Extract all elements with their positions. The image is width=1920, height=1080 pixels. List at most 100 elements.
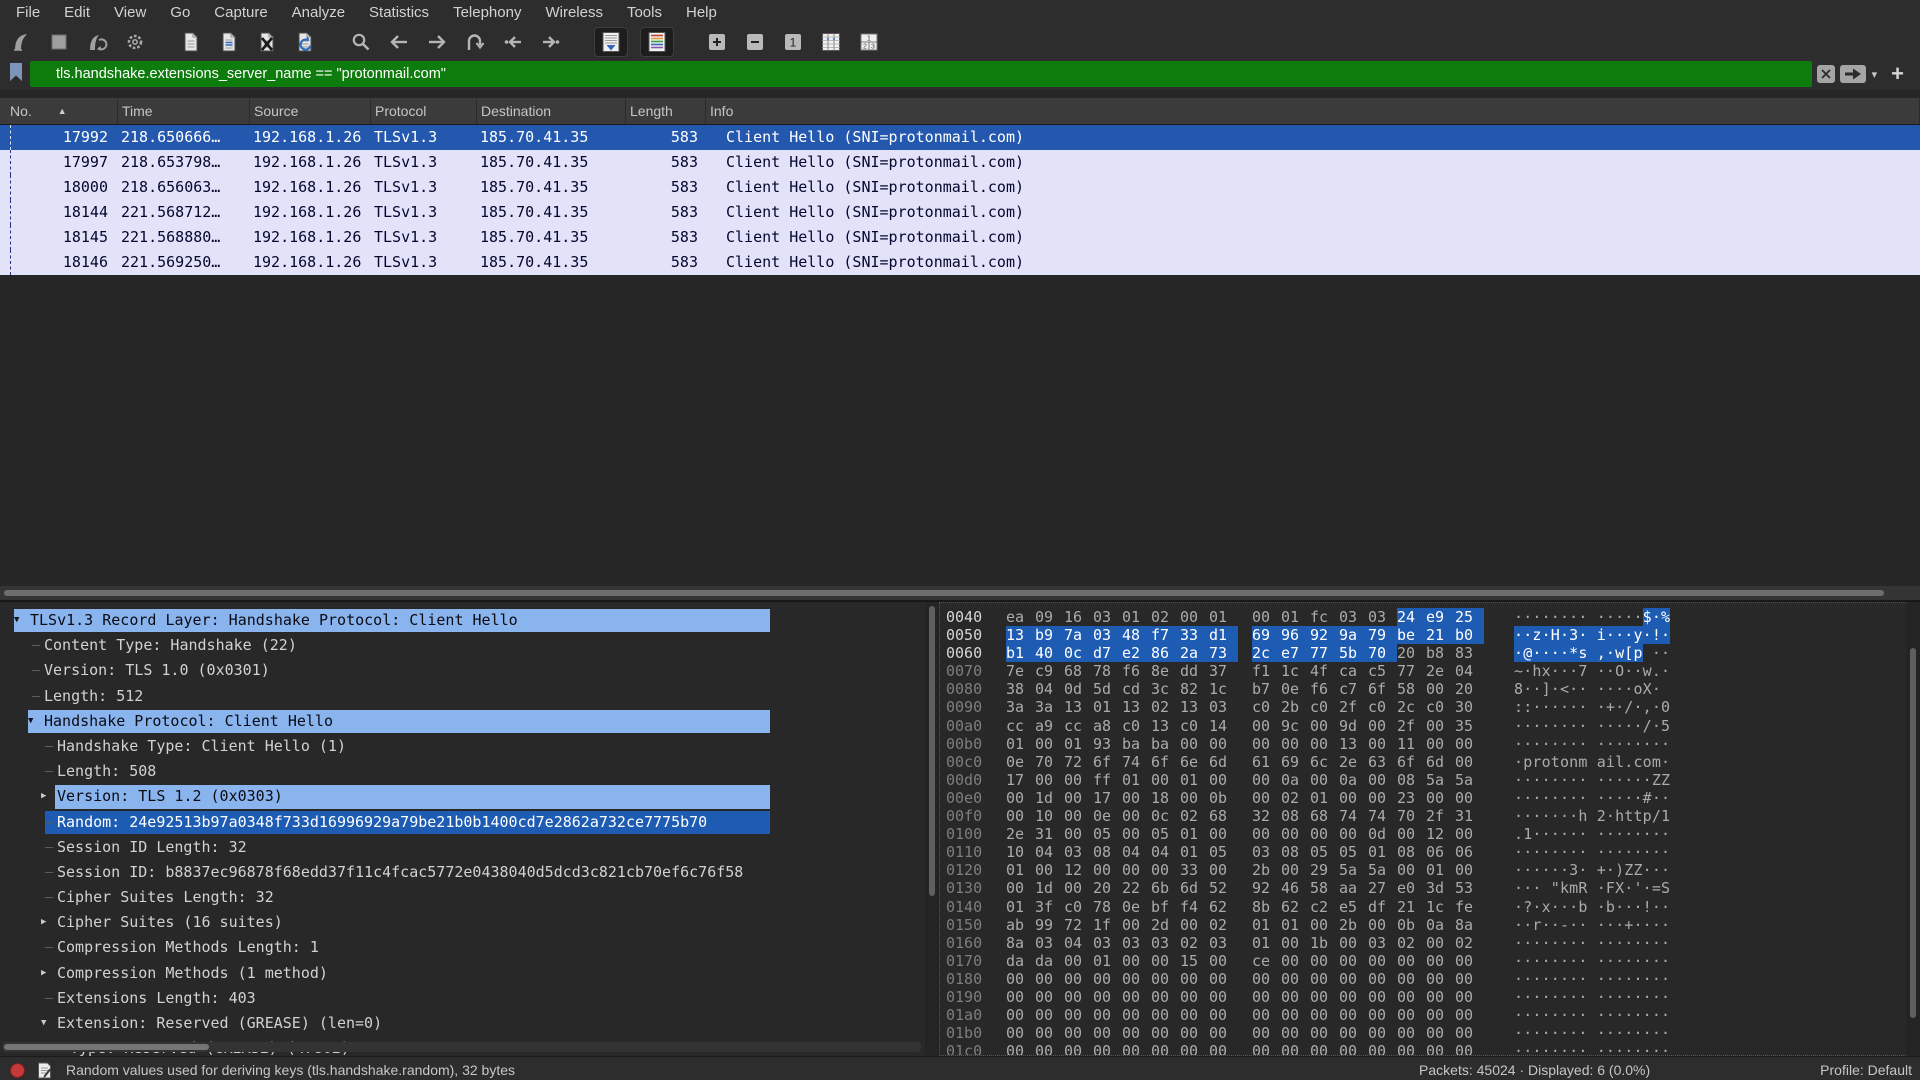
scrollbar-thumb[interactable] — [4, 590, 1884, 596]
packet-list-hscrollbar[interactable] — [0, 586, 1920, 600]
packet-row[interactable]: 18000218.656063…192.168.1.26TLSv1.3185.7… — [0, 175, 1920, 200]
collapsed-arrow-icon[interactable]: ▶ — [41, 961, 46, 986]
menu-item-capture[interactable]: Capture — [202, 0, 279, 26]
column-header-destination[interactable]: Destination — [477, 98, 626, 124]
detail-row[interactable]: Session ID: b8837ec96878f68edd37f11c4fca… — [0, 860, 925, 885]
hex-row[interactable]: 01608a0304030303020301001b0003020002····… — [946, 934, 1906, 952]
detail-row[interactable]: ▼Extension: Reserved (GREASE) (len=0) — [0, 1011, 925, 1036]
packet-list-header[interactable]: No.▲TimeSourceProtocolDestinationLengthI… — [0, 98, 1920, 125]
hex-row[interactable]: 00e0001d00170018000b0002010000230000····… — [946, 789, 1906, 807]
menu-item-edit[interactable]: Edit — [52, 0, 102, 26]
scrollbar-thumb[interactable] — [1910, 648, 1916, 1018]
layout-columns-icon[interactable]: 123 — [856, 29, 882, 55]
colorize-icon[interactable] — [640, 27, 674, 57]
hex-row[interactable]: 00b001000193baba00000000001300110000····… — [946, 735, 1906, 753]
detail-row[interactable]: Length: 508 — [0, 759, 925, 784]
expanded-arrow-icon[interactable]: ▼ — [28, 709, 33, 734]
menu-item-file[interactable]: File — [4, 0, 52, 26]
zoom-in-icon[interactable] — [704, 29, 730, 55]
column-header-info[interactable]: Info — [706, 98, 1920, 124]
detail-hscrollbar[interactable] — [2, 1042, 921, 1052]
find-packet-icon[interactable] — [348, 29, 374, 55]
detail-row[interactable]: Session ID Length: 32 — [0, 835, 925, 860]
detail-row[interactable]: ▼TLSv1.3 Record Layer: Handshake Protoco… — [0, 608, 925, 633]
packet-row[interactable]: 17992218.650666…192.168.1.26TLSv1.3185.7… — [0, 125, 1920, 150]
hex-row[interactable]: 005013b97a0348f733d16996929a79be21b0··z·… — [946, 626, 1906, 644]
stop-capture-icon[interactable] — [46, 29, 72, 55]
hex-row[interactable]: 012001001200000033002b00295a5a000100····… — [946, 861, 1906, 879]
hex-row[interactable]: 0130001d0020226b6d52924658aa27e03d53··· … — [946, 879, 1906, 897]
zoom-out-icon[interactable] — [742, 29, 768, 55]
hex-row[interactable]: 0060b1400cd7e2862a732ce7775b7020b883·@··… — [946, 644, 1906, 662]
detail-row[interactable]: ▼Handshake Protocol: Client Hello — [0, 709, 925, 734]
menu-item-telephony[interactable]: Telephony — [441, 0, 533, 26]
column-header-time[interactable]: Time — [118, 98, 250, 124]
capture-options-icon[interactable] — [122, 29, 148, 55]
expanded-arrow-icon[interactable]: ▼ — [14, 608, 19, 633]
go-forward-icon[interactable] — [424, 29, 450, 55]
column-header-protocol[interactable]: Protocol — [371, 98, 477, 124]
column-header-no[interactable]: No.▲ — [0, 98, 118, 124]
packet-row[interactable]: 18145221.568880…192.168.1.26TLSv1.3185.7… — [0, 225, 1920, 250]
packet-row[interactable]: 18146221.569250…192.168.1.26TLSv1.3185.7… — [0, 250, 1920, 275]
restart-capture-icon[interactable] — [84, 29, 110, 55]
hex-row[interactable]: 01a000000000000000000000000000000000····… — [946, 1006, 1906, 1024]
hex-row[interactable]: 01b000000000000000000000000000000000····… — [946, 1024, 1906, 1042]
detail-row[interactable]: Content Type: Handshake (22) — [0, 633, 925, 658]
normal-size-icon[interactable]: 1 — [780, 29, 806, 55]
menu-item-wireless[interactable]: Wireless — [533, 0, 615, 26]
reload-file-icon[interactable] — [292, 29, 318, 55]
hex-row[interactable]: 019000000000000000000000000000000000····… — [946, 988, 1906, 1006]
hex-row[interactable]: 011010040308040401050308050501080606····… — [946, 843, 1906, 861]
hex-row[interactable]: 008038040d5dcd3c821cb70ef6c76f5800208··]… — [946, 680, 1906, 698]
filter-add-icon[interactable]: + — [1891, 64, 1904, 84]
expert-info-icon[interactable] — [10, 1063, 25, 1078]
start-capture-icon[interactable] — [8, 29, 34, 55]
go-back-icon[interactable] — [386, 29, 412, 55]
column-header-source[interactable]: Source — [250, 98, 371, 124]
hex-row[interactable]: 01002e31000500050100000000000d001200.1··… — [946, 825, 1906, 843]
resize-columns-icon[interactable] — [818, 29, 844, 55]
hex-row[interactable]: 0170dada000100001500ce00000000000000····… — [946, 952, 1906, 970]
detail-row[interactable]: Compression Methods Length: 1 — [0, 935, 925, 960]
collapsed-arrow-icon[interactable]: ▶ — [41, 910, 46, 935]
menu-item-analyze[interactable]: Analyze — [280, 0, 357, 26]
detail-row[interactable]: Handshake Type: Client Hello (1) — [0, 734, 925, 759]
auto-scroll-icon[interactable] — [594, 27, 628, 57]
hex-row[interactable]: 00d0170000ff01000100000a000a00085a5a····… — [946, 771, 1906, 789]
detail-row[interactable]: ▶Cipher Suites (16 suites) — [0, 910, 925, 935]
detail-row[interactable]: Extensions Length: 403 — [0, 986, 925, 1011]
go-to-packet-icon[interactable] — [462, 29, 488, 55]
expanded-arrow-icon[interactable]: ▼ — [41, 1011, 46, 1036]
hex-row[interactable]: 00f00010000e000c02683208687474702f31····… — [946, 807, 1906, 825]
filter-apply-icon[interactable] — [1840, 65, 1866, 83]
menu-item-tools[interactable]: Tools — [615, 0, 674, 26]
scrollbar-thumb[interactable] — [929, 606, 935, 896]
hex-row[interactable]: 00c00e70726f746f6e6d61696c2e636f6d00·pro… — [946, 753, 1906, 771]
display-filter-input[interactable]: tls.handshake.extensions_server_name == … — [30, 61, 1812, 87]
detail-row[interactable]: ▶Version: TLS 1.2 (0x0303) — [0, 784, 925, 809]
menu-item-statistics[interactable]: Statistics — [357, 0, 441, 26]
hex-row[interactable]: 0140013fc0780ebff4628b62c2e5df211cfe·?·x… — [946, 898, 1906, 916]
column-header-length[interactable]: Length — [626, 98, 706, 124]
packet-row[interactable]: 17997218.653798…192.168.1.26TLSv1.3185.7… — [0, 150, 1920, 175]
bytes-vscrollbar[interactable] — [1906, 602, 1920, 1056]
go-first-packet-icon[interactable] — [500, 29, 526, 55]
hex-row[interactable]: 0150ab99721f002d00020101002b000b0a8a··r·… — [946, 916, 1906, 934]
hex-row[interactable]: 01c000000000000000000000000000000000····… — [946, 1042, 1906, 1056]
capture-comment-icon[interactable] — [37, 1062, 52, 1079]
detail-row[interactable]: Random: 24e92513b97a0348f733d16996929a79… — [0, 810, 925, 835]
save-file-icon[interactable] — [216, 29, 242, 55]
status-profile[interactable]: Profile: Default — [1820, 1062, 1912, 1078]
filter-clear-icon[interactable] — [1817, 65, 1835, 83]
filter-dropdown-icon[interactable]: ▾ — [1872, 68, 1878, 81]
hex-row[interactable]: 00903a3a130113021303c02bc02fc02cc030::··… — [946, 698, 1906, 716]
scrollbar-thumb[interactable] — [4, 1044, 209, 1050]
hex-row[interactable]: 00a0cca9cca8c013c014009c009d002f0035····… — [946, 717, 1906, 735]
hex-row[interactable]: 0040ea091603010200010001fc030324e925····… — [946, 608, 1906, 626]
detail-row[interactable]: Cipher Suites Length: 32 — [0, 885, 925, 910]
hex-row[interactable]: 018000000000000000000000000000000000····… — [946, 970, 1906, 988]
menu-item-go[interactable]: Go — [158, 0, 202, 26]
menu-item-view[interactable]: View — [102, 0, 158, 26]
hex-row[interactable]: 00707ec96878f68edd37f11c4fcac5772e04~·hx… — [946, 662, 1906, 680]
